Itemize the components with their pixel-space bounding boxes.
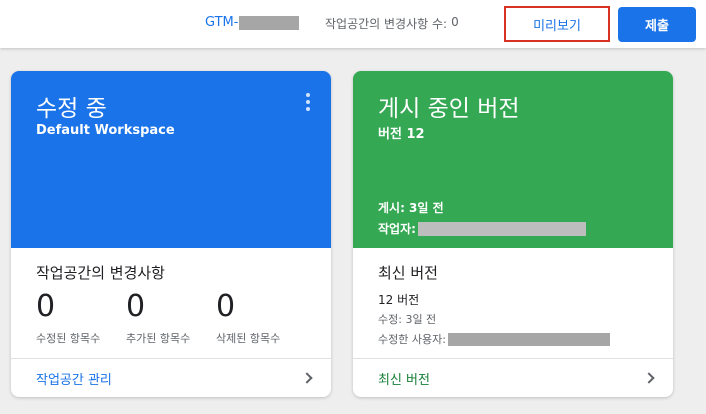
chevron-right-icon[interactable] — [643, 372, 655, 384]
published-by-label: 작업자: — [378, 222, 416, 236]
deleted-label: 삭제된 항목수 — [216, 332, 281, 345]
live-version-number: 버전 12 — [378, 127, 425, 142]
submit-button[interactable]: 제출 — [618, 7, 696, 42]
live-version-card: 게시 중인 버전 버전 12 게시: 3일 전 작업자: 최신 버전 12 버전… — [353, 71, 673, 397]
editing-card-body: 작업공간의 변경사항 0 수정된 항목수 0 추가된 항목수 0 삭제된 항목수 — [11, 248, 331, 358]
published-by: 작업자: — [378, 220, 586, 237]
published-time-text: 게시: 3일 전 — [378, 201, 444, 215]
modified-by: 수정한 사용자: — [378, 331, 610, 347]
modified-time: 수정: 3일 전 — [378, 311, 436, 327]
container-id-text[interactable]: GTM- — [205, 15, 238, 30]
top-bar: GTM- 작업공간의 변경사항 수: 0 미리보기 제출 — [0, 0, 706, 48]
latest-version-title: 최신 버전 — [378, 264, 438, 282]
redacted-author — [417, 221, 586, 236]
redacted-modifier — [447, 332, 610, 346]
published-time: 게시: 3일 전 — [378, 199, 444, 216]
redacted-container-id — [239, 15, 300, 30]
container-id[interactable]: GTM- — [205, 15, 300, 30]
workspace-changes-label: 작업공간의 변경사항 수: — [325, 17, 448, 31]
editing-title: 수정 중 — [36, 96, 107, 122]
manage-workspaces-link[interactable]: 작업공간 관리 — [11, 358, 331, 397]
modified-count: 0 — [36, 289, 56, 324]
live-version-header: 게시 중인 버전 버전 12 게시: 3일 전 작업자: — [353, 71, 673, 248]
preview-button[interactable]: 미리보기 — [504, 6, 610, 42]
added-counter: 0 추가된 항목수 — [126, 290, 190, 346]
modified-counter: 0 수정된 항목수 — [36, 290, 100, 346]
editing-card: 수정 중 Default Workspace 작업공간의 변경사항 0 수정된 … — [11, 71, 331, 397]
latest-version-body: 최신 버전 12 버전 수정: 3일 전 수정한 사용자: — [353, 248, 673, 358]
latest-version-number: 12 버전 — [378, 293, 420, 307]
change-counters: 0 수정된 항목수 0 추가된 항목수 0 삭제된 항목수 — [36, 290, 326, 350]
modified-by-label: 수정한 사용자: — [378, 333, 446, 346]
more-vert-icon[interactable] — [305, 93, 311, 111]
added-count: 0 — [126, 289, 146, 324]
workspace-name: Default Workspace — [36, 123, 175, 138]
live-version-title: 게시 중인 버전 — [378, 96, 520, 122]
editing-card-header: 수정 중 Default Workspace — [11, 71, 331, 248]
latest-version-link-label[interactable]: 최신 버전 — [378, 369, 430, 388]
modified-time-text: 수정: 3일 전 — [378, 313, 437, 326]
workspace-changes-title: 작업공간의 변경사항 — [36, 264, 165, 282]
workspace-change-count: 작업공간의 변경사항 수: 0 — [325, 15, 459, 32]
modified-label: 수정된 항목수 — [36, 332, 101, 345]
added-label: 추가된 항목수 — [126, 332, 191, 345]
manage-workspaces-label[interactable]: 작업공간 관리 — [36, 369, 112, 388]
deleted-counter: 0 삭제된 항목수 — [216, 290, 280, 346]
deleted-count: 0 — [216, 289, 236, 324]
latest-version-link[interactable]: 최신 버전 — [353, 358, 673, 397]
workspace-changes-count: 0 — [451, 15, 459, 29]
chevron-right-icon[interactable] — [301, 372, 313, 384]
